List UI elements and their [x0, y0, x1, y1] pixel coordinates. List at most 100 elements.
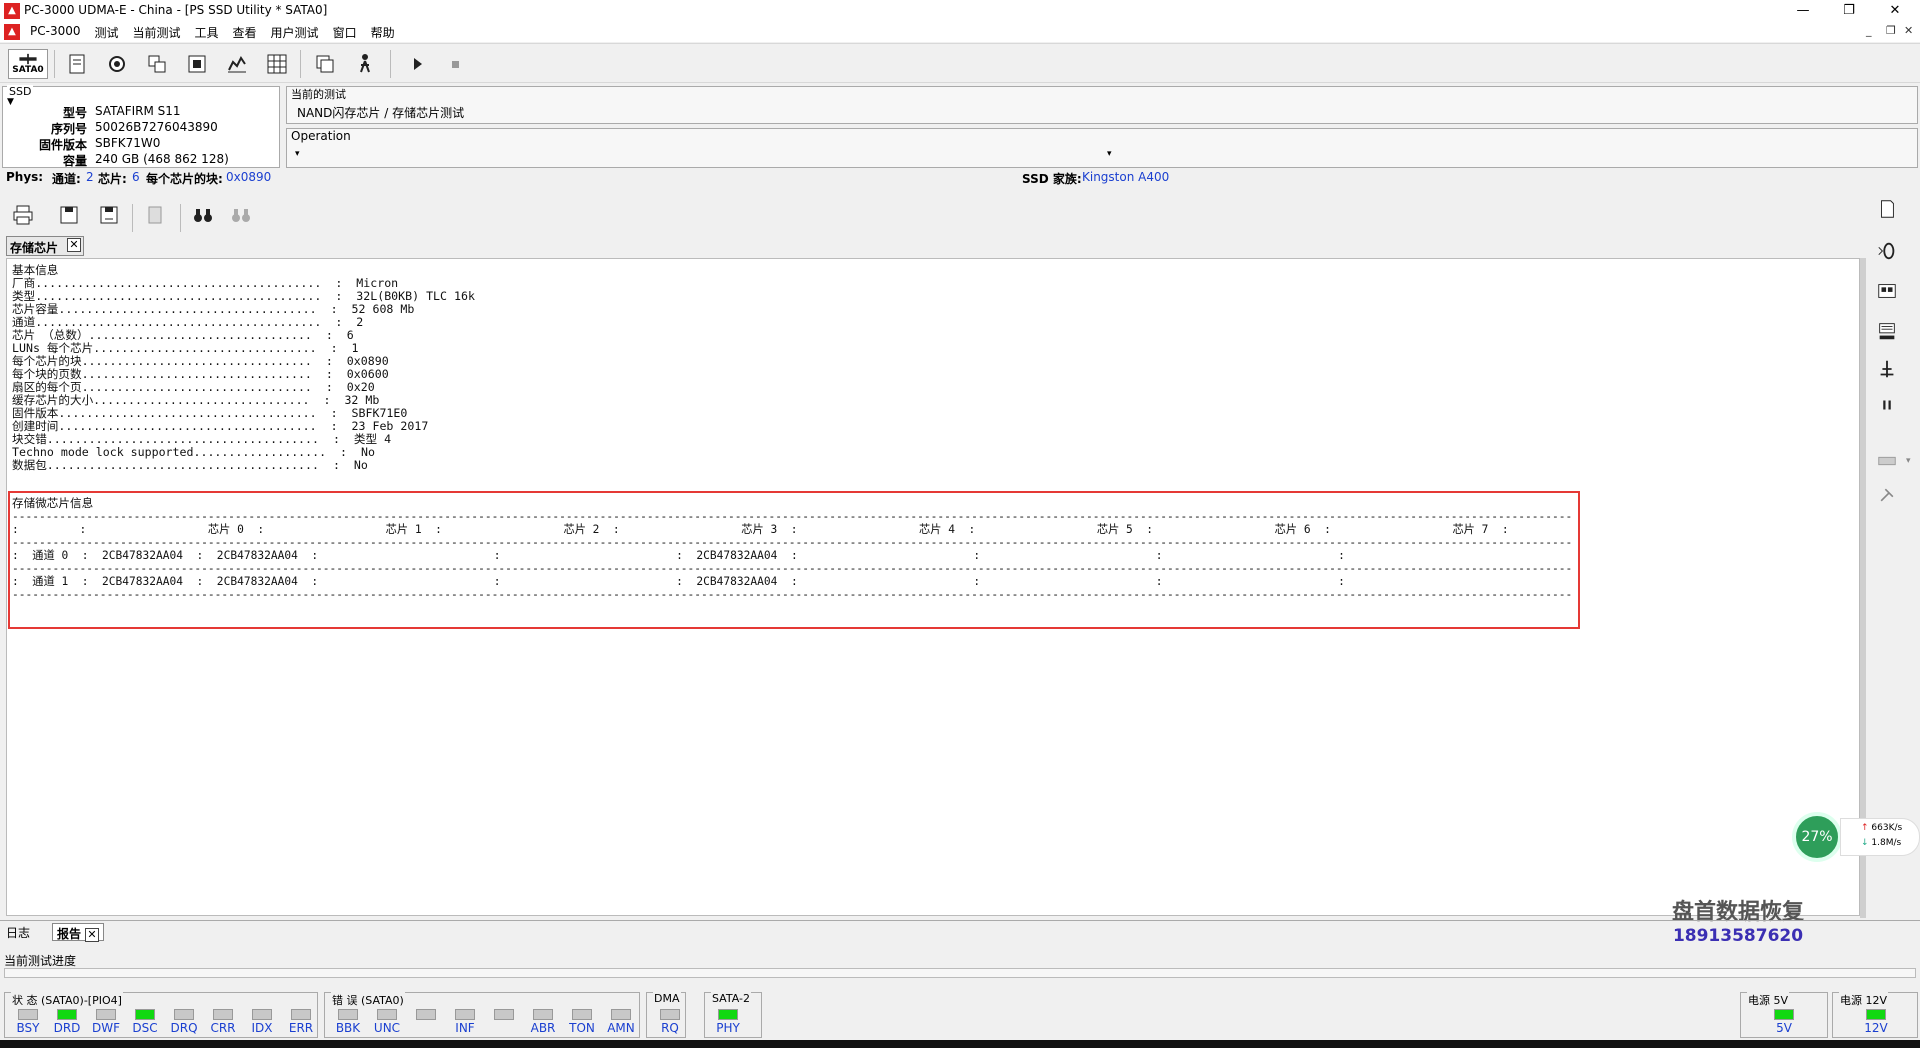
right-tool-3-button[interactable] [1872, 276, 1902, 306]
tab-memory-chips[interactable]: 存储芯片 ✕ [6, 236, 84, 256]
pause-button[interactable] [1872, 390, 1902, 420]
main-toolbar: SATA0 [0, 43, 1920, 83]
printer-icon [13, 205, 33, 225]
right-tool-1-button[interactable] [1872, 194, 1902, 224]
led-label: DRD [53, 1021, 81, 1035]
download-arrow-icon: ↓ [1861, 838, 1869, 848]
menu-item[interactable]: 工具 [195, 24, 219, 41]
power-plug-icon [1880, 360, 1894, 378]
right-tool-8-button[interactable] [1872, 480, 1902, 510]
stop-button[interactable] [440, 49, 470, 79]
save-icon [60, 206, 78, 224]
status-led: CRR [208, 1009, 238, 1035]
tab-log[interactable]: 日志 [2, 923, 34, 941]
dma-group-legend: DMA [653, 992, 681, 1005]
tools-icon [1880, 488, 1894, 502]
upload-rate: 663K/s [1871, 823, 1903, 833]
operation-panel: Operation ▾ ▾ [286, 128, 1918, 168]
led-lamp [1866, 1009, 1886, 1020]
reset-button[interactable] [1872, 316, 1902, 346]
led-lamp [338, 1009, 358, 1020]
right-tool-7-button[interactable] [1872, 446, 1902, 476]
power-12v-legend: 电源 12V [1839, 992, 1889, 1008]
chart-icon [228, 56, 246, 73]
menu-item[interactable]: 帮助 [371, 24, 395, 41]
download-rate: 1.8M/s [1871, 838, 1902, 848]
status-led: 5V [1769, 1009, 1799, 1035]
stop-icon [452, 61, 459, 68]
power-5v-group: 电源 5V 5V [1740, 992, 1828, 1038]
save-button[interactable] [54, 200, 84, 230]
sata-port-button[interactable]: SATA0 [8, 49, 48, 79]
operation-legend: Operation [291, 129, 351, 143]
copy-icon [316, 55, 334, 73]
progress-bar [4, 968, 1916, 978]
copy-report-button[interactable] [140, 200, 170, 230]
print-button[interactable] [8, 200, 38, 230]
menu-item[interactable]: 测试 [94, 24, 118, 41]
tool-8-button[interactable] [350, 49, 380, 79]
led-lamp [252, 1009, 272, 1020]
tab-report[interactable]: 报告 ✕ [52, 923, 105, 942]
phys-label: Phys: [6, 170, 44, 184]
led-label: ABR [530, 1021, 556, 1035]
current-test-legend: 当前的测试 [291, 88, 346, 101]
chips-value: 6 [132, 170, 140, 184]
sata-plug-icon [19, 53, 37, 65]
menu-item[interactable]: 窗口 [333, 24, 357, 41]
led-lamp [291, 1009, 311, 1020]
save-as-button[interactable] [94, 200, 124, 230]
tool-3-button[interactable] [142, 49, 172, 79]
binoculars-icon [194, 209, 212, 222]
menu-item[interactable]: PC-3000 [30, 24, 80, 41]
close-report-tab-icon[interactable]: ✕ [85, 928, 100, 942]
right-tool-2-button[interactable] [1872, 236, 1902, 266]
run-button[interactable] [402, 49, 432, 79]
tool-4-button[interactable] [182, 49, 212, 79]
sd-card-icon [1881, 200, 1894, 218]
led-lamp [96, 1009, 116, 1020]
led-lamp [174, 1009, 194, 1020]
sata-port-label: SATA0 [12, 65, 44, 75]
right-tool-5-button[interactable] [1872, 354, 1902, 384]
status-led: UNC [372, 1009, 402, 1035]
ssd-dropdown-icon[interactable]: ▼ [7, 97, 14, 107]
clipboard-icon [148, 206, 162, 224]
status-led: TON [567, 1009, 597, 1035]
menu-bar: ▲ PC-3000 测试 当前测试 工具 查看 用户测试 窗口 帮助 _ ❐ ✕ [0, 22, 1920, 42]
menu-item[interactable]: 查看 [233, 24, 257, 41]
document-icon [69, 54, 85, 74]
maximize-button[interactable]: ❐ [1826, 0, 1872, 22]
ssd-info-panel: SSD ▼ 型号 SATAFIRM S11 序列号 50026B7276043890… [2, 85, 280, 168]
operation-select[interactable]: ▾ ▾ [293, 149, 1113, 165]
phys-info-bar: Phys: 通道: 2 芯片: 6 每个芯片的块: 0x0890 SSD 家族:… [0, 170, 1920, 188]
mdi-restore-icon[interactable]: ❐ [1886, 24, 1896, 37]
tool-6-button[interactable] [262, 49, 292, 79]
find-next-button[interactable] [226, 200, 256, 230]
tool-5-button[interactable] [222, 49, 252, 79]
close-button[interactable]: ✕ [1872, 0, 1918, 22]
led-label: IDX [251, 1021, 273, 1035]
status-group: 状 态 (SATA0)-[PIO4] BSY DRD DWF DSC DRQ CRR IDX E… [4, 992, 318, 1038]
find-button[interactable] [188, 200, 218, 230]
toolbar-separator [300, 50, 301, 78]
close-tab-icon[interactable]: ✕ [67, 238, 81, 252]
window-title: PC-3000 UDMA-E - China - [PS SSD Utility… [24, 3, 328, 17]
pause-icon [1883, 400, 1891, 410]
network-speed-widget[interactable]: 27% ↑ 663K/s ↓ 1.8M/s [1792, 812, 1920, 864]
blocks-label: 每个芯片的块: [146, 172, 223, 186]
tool-1-button[interactable] [62, 49, 92, 79]
led-label: TON [569, 1021, 595, 1035]
mdi-minimize-icon[interactable]: _ [1866, 24, 1872, 37]
menu-item[interactable]: 当前测试 [133, 24, 181, 41]
tool-2-button[interactable] [102, 49, 132, 79]
chips-icon [148, 55, 166, 73]
menu-item[interactable]: 用户测试 [271, 24, 319, 41]
tool-7-button[interactable] [310, 49, 340, 79]
right-toolbar-overflow-icon[interactable]: ▾ [1906, 456, 1911, 466]
led-lamp [455, 1009, 475, 1020]
sata2-group-legend: SATA-2 [711, 992, 751, 1005]
mdi-close-icon[interactable]: ✕ [1904, 24, 1913, 37]
minimize-button[interactable]: — [1780, 0, 1826, 22]
led-lamp [572, 1009, 592, 1020]
